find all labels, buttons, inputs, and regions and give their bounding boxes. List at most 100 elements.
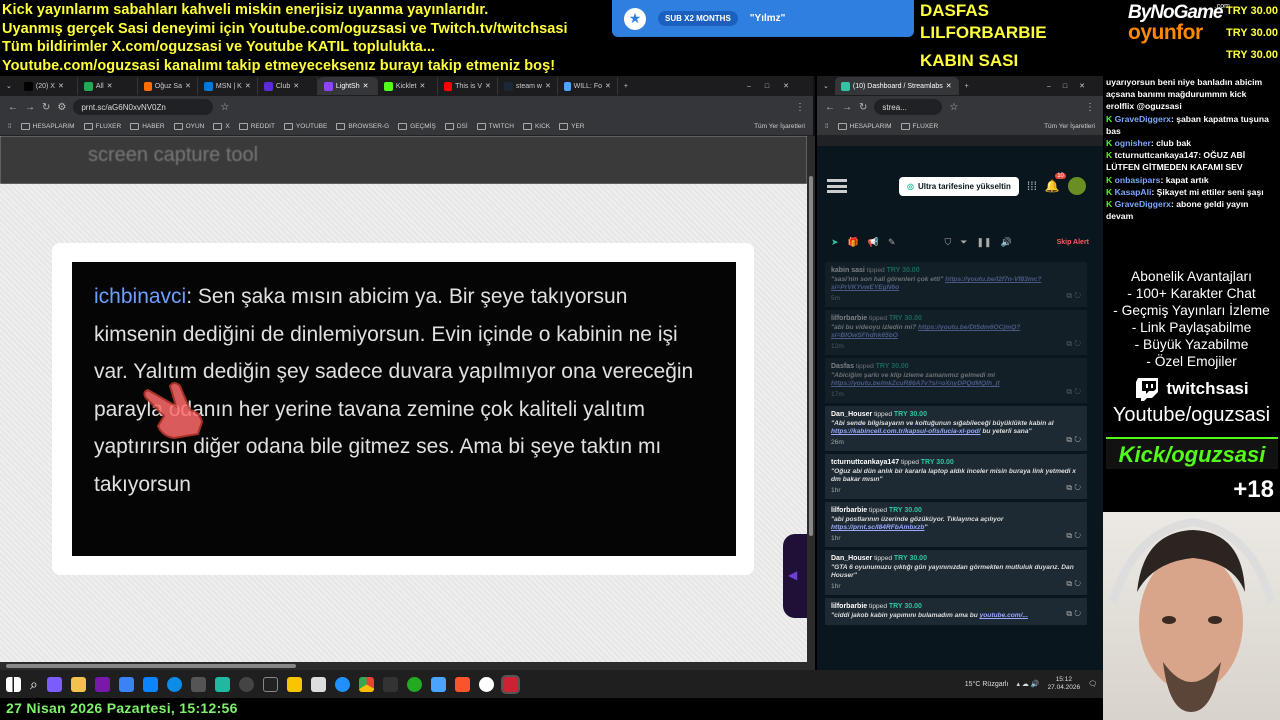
pen-icon[interactable]: ✎ — [888, 237, 896, 248]
tip-user[interactable]: Dan_Houser — [831, 555, 872, 562]
close-tab-icon[interactable]: ✕ — [605, 82, 611, 90]
bell-icon[interactable]: 🔔 10 — [1045, 173, 1066, 193]
close-tab-icon[interactable]: ✕ — [245, 82, 251, 90]
onenote-icon[interactable] — [94, 676, 110, 692]
chat-user[interactable]: GraveDiggerx — [1115, 114, 1171, 124]
address-bar[interactable]: strea... — [874, 99, 943, 115]
forward-icon[interactable]: → — [25, 102, 35, 113]
tip-actions[interactable]: ⧉ ↻ — [1066, 291, 1081, 301]
skip-alert-button[interactable]: Skip Alert — [1057, 239, 1089, 246]
window-controls[interactable]: –□✕ — [737, 82, 813, 90]
extensions-icon[interactable]: ⋮ — [795, 102, 805, 113]
triangle-app-icon[interactable] — [262, 676, 278, 692]
chrome-icon[interactable] — [358, 676, 374, 692]
bookmark-folder[interactable]: X — [213, 123, 230, 130]
tip-user[interactable]: Dasfas — [831, 363, 854, 370]
close-tab-icon[interactable]: ✕ — [545, 82, 551, 90]
bookmark-folder[interactable]: TWITCH — [476, 123, 514, 130]
bookmark-folder[interactable]: GEÇMİŞ — [398, 123, 436, 130]
bookmark-folder[interactable]: DSİ — [444, 123, 468, 130]
notes-icon[interactable] — [118, 676, 134, 692]
apps-grid-icon[interactable]: ⁞⁞⁞ — [1027, 179, 1037, 193]
shield-app-icon[interactable] — [310, 676, 326, 692]
new-tab-icon[interactable]: + — [618, 83, 634, 90]
browser-tab[interactable]: (20) X ✕ — [18, 77, 78, 95]
tip-link[interactable]: https://prnt.sc/l84RFbAmbxzb — [831, 524, 924, 531]
blue-app-icon[interactable] — [334, 676, 350, 692]
hamburger-menu-icon[interactable] — [827, 179, 847, 193]
tip-link[interactable]: youtube.com/... — [980, 612, 1028, 619]
tip-user[interactable]: lilforbarbie — [831, 603, 867, 610]
all-bookmarks[interactable]: Tüm Yer İşaretleri — [754, 123, 805, 130]
all-bookmarks[interactable]: Tüm Yer İşaretleri — [1044, 123, 1095, 130]
close-tab-icon[interactable]: ✕ — [363, 82, 369, 90]
send-icon[interactable]: ➤ — [831, 237, 839, 248]
browser-tab[interactable]: steam w ✕ — [498, 77, 558, 95]
tab-search-icon[interactable]: ⌄ — [817, 82, 835, 90]
steam-icon[interactable] — [238, 676, 254, 692]
tab-search-icon[interactable]: ⌄ — [0, 82, 18, 90]
new-tab-icon[interactable]: + — [959, 83, 975, 90]
avatar[interactable] — [1067, 177, 1086, 195]
tip-actions[interactable]: ⧉ ↻ — [1066, 531, 1081, 541]
back-icon[interactable]: ← — [825, 102, 835, 113]
refresh-app-icon[interactable] — [142, 676, 158, 692]
paint-icon[interactable] — [430, 676, 446, 692]
tip-link[interactable]: https://kabincell.com.tr/kapsul-ofis/luc… — [831, 428, 980, 435]
notification-center-icon[interactable]: 🗨 — [1088, 680, 1097, 688]
forward-icon[interactable]: → — [842, 102, 852, 113]
chatgpt-icon[interactable] — [478, 676, 494, 692]
feather-app-icon[interactable] — [46, 676, 62, 692]
file-explorer-icon[interactable] — [70, 676, 86, 692]
apps-icon[interactable]: ⁞⁞ — [8, 123, 12, 130]
side-panel-toggle[interactable]: ◀ — [783, 534, 807, 618]
browser-tab[interactable]: All ✕ — [78, 77, 138, 95]
browser-tab[interactable]: Oğuz Sa ✕ — [138, 77, 198, 95]
reload-icon[interactable]: ↻ — [42, 102, 50, 113]
bookmark-folder[interactable]: KICK — [522, 123, 550, 130]
volume-icon[interactable]: 🔊 — [1001, 237, 1012, 248]
obs-like-icon[interactable] — [214, 676, 230, 692]
chat-user[interactable]: GraveDiggerx — [1115, 199, 1171, 209]
bookmark-folder[interactable]: OYUN — [173, 123, 204, 130]
close-tab-icon[interactable]: ✕ — [946, 82, 952, 90]
vertical-scrollbar[interactable] — [807, 136, 815, 670]
tab-streamlabs[interactable]: (10) Dashboard / Streamlabs ✕ — [834, 77, 959, 95]
bookmark-star-icon[interactable]: ☆ — [220, 102, 229, 113]
upgrade-button[interactable]: ◎ Ultra tarifesine yükseltin — [899, 176, 1019, 196]
tip-actions[interactable]: ⧉ ↻ — [1066, 609, 1081, 619]
close-tab-icon[interactable]: ✕ — [485, 82, 491, 90]
tip-link[interactable]: https://youtu.be/mkZcuR86A7v?si=oXnyDPQd… — [831, 380, 1000, 387]
menu-icon[interactable]: ⋮ — [1085, 102, 1095, 113]
browser-tab[interactable]: MSN | K ✕ — [198, 77, 258, 95]
active-app-icon[interactable] — [500, 674, 520, 694]
bookmark-folder[interactable]: FLUXER — [900, 123, 938, 130]
tip-actions[interactable]: ⧉ ↻ — [1066, 483, 1081, 493]
bookmark-folder[interactable]: YER — [559, 123, 584, 130]
circle-app-icon[interactable] — [406, 676, 422, 692]
apps-icon[interactable]: ⁞⁞ — [825, 123, 829, 130]
close-tab-icon[interactable]: ✕ — [107, 82, 113, 90]
tip-user[interactable]: Dan_Houser — [831, 411, 872, 418]
bookmark-folder[interactable]: HABER — [130, 123, 165, 130]
bookmark-folder[interactable]: YOUTUBE — [283, 123, 327, 130]
p-app-icon[interactable] — [382, 676, 398, 692]
bookmark-folder[interactable]: HESAPLARIM — [837, 123, 892, 130]
browser-tab[interactable]: LightSh ✕ — [317, 77, 378, 95]
tip-user[interactable]: kabin sasi — [831, 267, 865, 274]
sticky-notes-icon[interactable] — [286, 676, 302, 692]
filter-icon[interactable]: ⏷ — [960, 237, 967, 248]
bookmark-star-icon[interactable]: ☆ — [949, 102, 958, 113]
search-icon[interactable]: ⌕ — [30, 676, 38, 693]
bookmark-folder[interactable]: HESAPLARIM — [20, 123, 75, 130]
browser-tab[interactable]: This is V ✕ — [438, 77, 498, 95]
tip-user[interactable]: lilforbarbie — [831, 507, 867, 514]
address-bar[interactable]: prnt.sc/aG6N0xvNV0Zn — [73, 99, 214, 115]
tip-actions[interactable]: ⧉ ↻ — [1066, 435, 1081, 445]
browser-tab[interactable]: Club ✕ — [258, 77, 318, 95]
tray-icons[interactable]: ▴ ☁ 🔊 — [1016, 680, 1039, 688]
weather[interactable]: 15°C Rüzgarlı — [965, 681, 1009, 688]
close-tab-icon[interactable]: ✕ — [293, 82, 299, 90]
chat-user[interactable]: tcturnuttcankaya147 — [1115, 150, 1199, 160]
chat-user[interactable]: onbasipars — [1115, 175, 1161, 185]
